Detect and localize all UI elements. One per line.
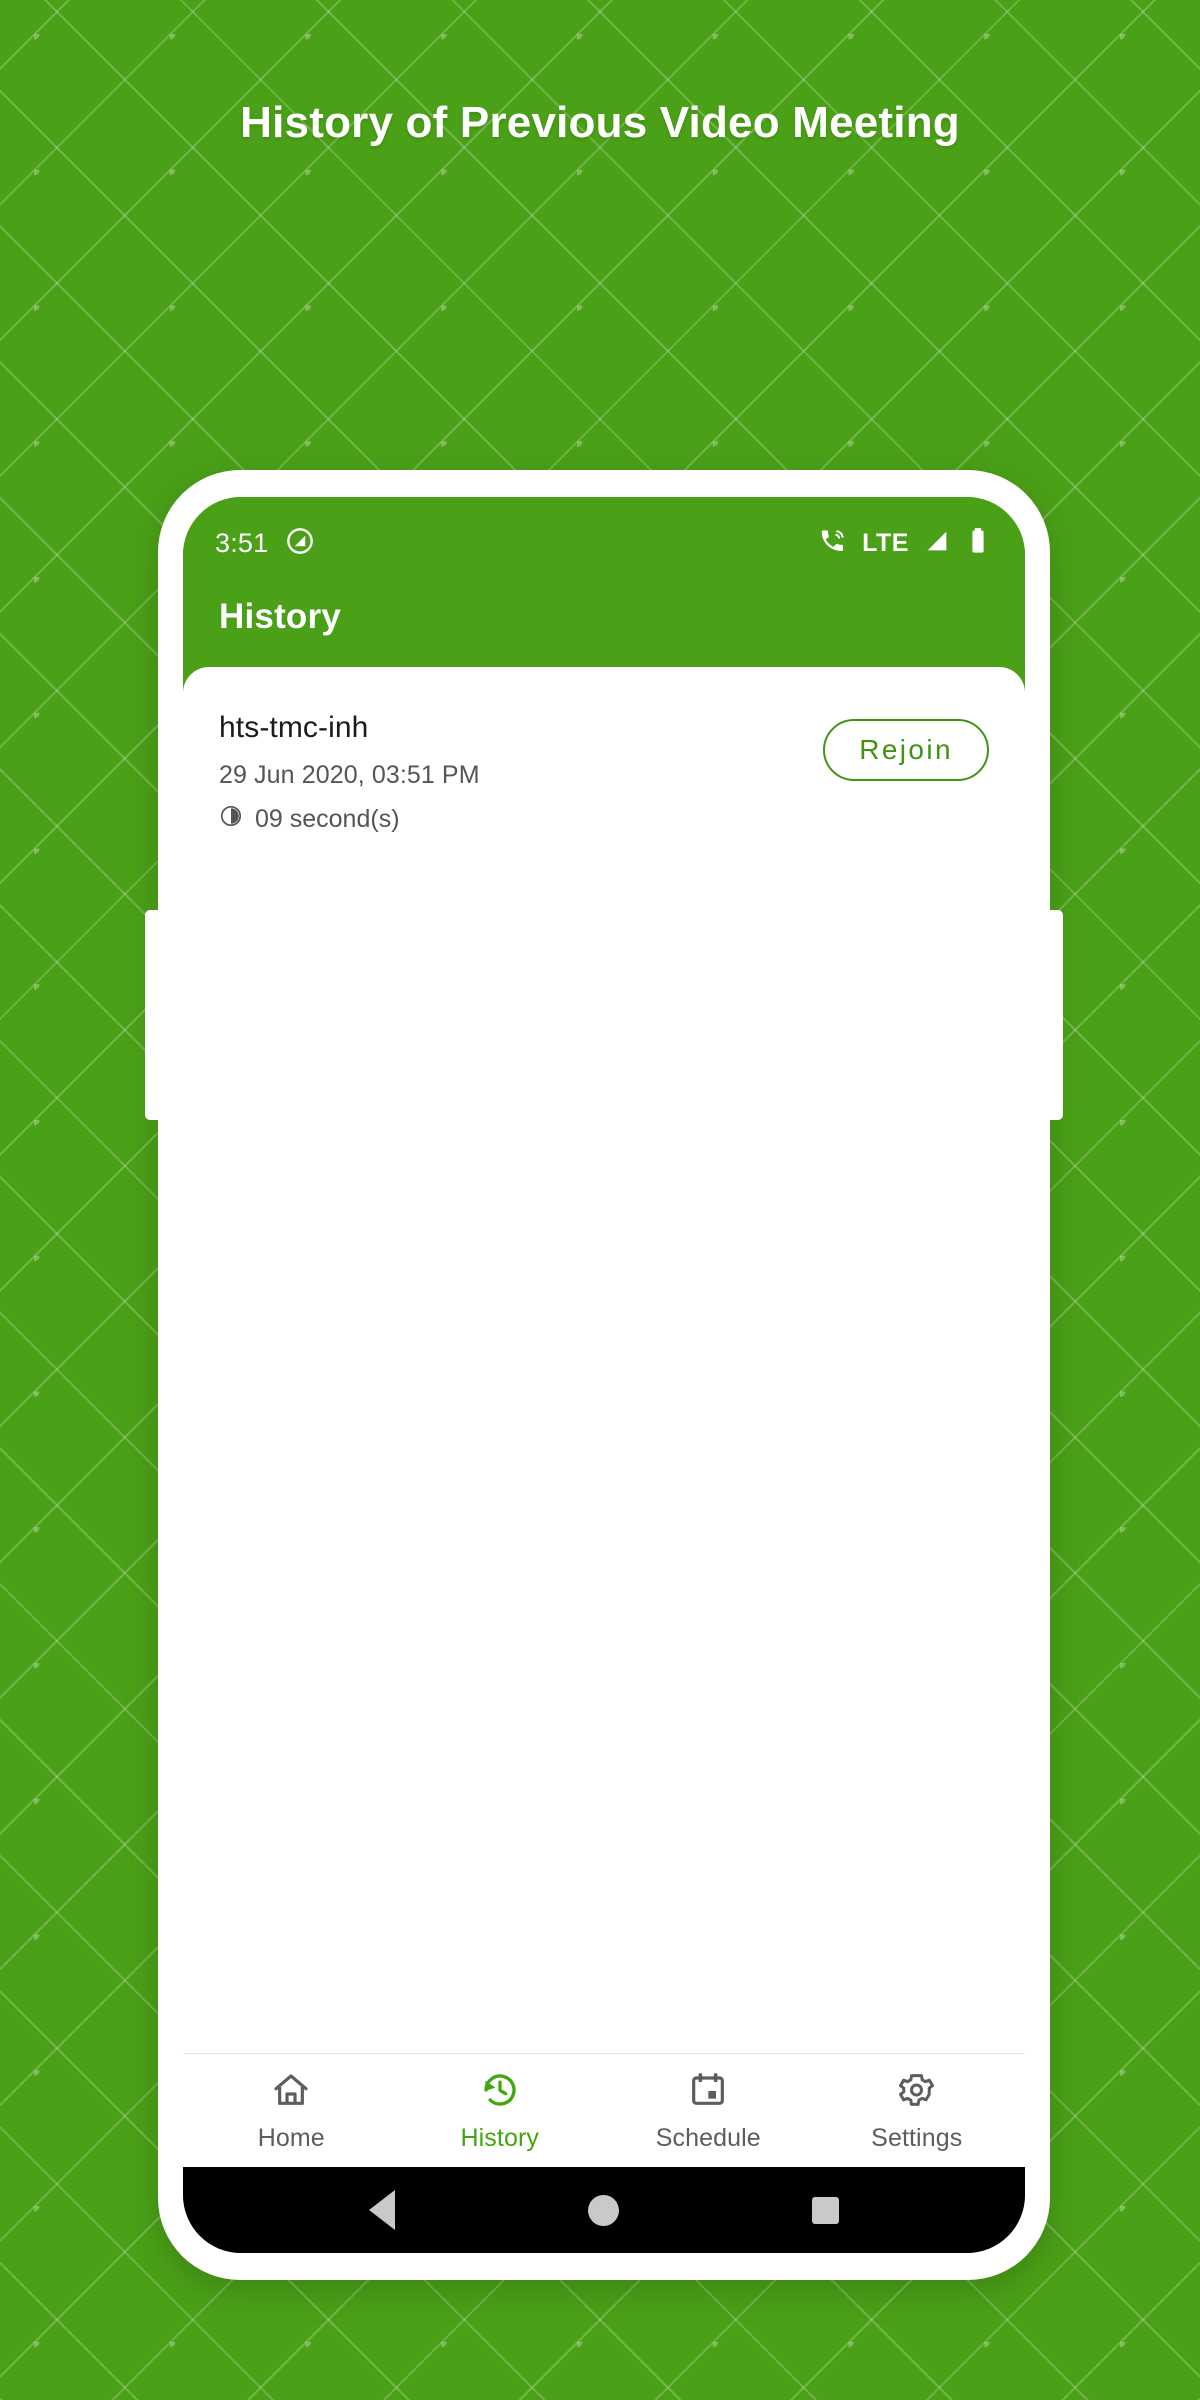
nav-item-history[interactable]: History xyxy=(396,2070,605,2153)
meeting-duration-label: 09 second(s) xyxy=(255,805,400,833)
android-system-nav xyxy=(183,2167,1025,2253)
status-bar-right-icons: LTE xyxy=(818,526,991,561)
content-sheet: hts-tmc-inh 29 Jun 2020, 03:51 PM 09 sec… xyxy=(183,667,1025,2167)
call-signal-icon xyxy=(818,526,848,561)
meeting-datetime: 29 Jun 2020, 03:51 PM xyxy=(219,761,480,789)
nav-item-schedule-label: Schedule xyxy=(655,2124,761,2152)
network-type-label: LTE xyxy=(862,528,909,557)
page-title: History of Previous Video Meeting xyxy=(240,98,960,147)
do-not-disturb-icon xyxy=(286,527,314,560)
nav-item-home[interactable]: Home xyxy=(187,2070,396,2153)
nav-item-schedule[interactable]: Schedule xyxy=(604,2070,813,2153)
phone-screen: 3:51 LTE History hts-tmc-inh 29 Jun 2020… xyxy=(183,497,1025,2253)
app-bar-title: History xyxy=(219,597,341,636)
meeting-name: hts-tmc-inh xyxy=(219,711,369,744)
back-button[interactable] xyxy=(369,2190,396,2230)
nav-item-home-label: Home xyxy=(257,2124,325,2152)
history-icon xyxy=(480,2070,520,2115)
status-bar: 3:51 LTE xyxy=(183,497,1025,571)
rejoin-button[interactable]: Rejoin xyxy=(823,719,989,781)
status-bar-clock: 3:51 xyxy=(215,527,269,558)
phone-mockup: 3:51 LTE History hts-tmc-inh 29 Jun 2020… xyxy=(145,470,1063,2280)
history-list: hts-tmc-inh 29 Jun 2020, 03:51 PM 09 sec… xyxy=(183,667,1025,2053)
home-icon xyxy=(271,2070,311,2115)
gear-icon xyxy=(897,2070,937,2115)
phone-power-button xyxy=(1046,910,1063,1120)
list-item[interactable]: hts-tmc-inh 29 Jun 2020, 03:51 PM 09 sec… xyxy=(183,667,1025,853)
timer-icon xyxy=(219,804,243,835)
nav-item-settings[interactable]: Settings xyxy=(813,2070,1022,2153)
nav-item-history-label: History xyxy=(460,2124,539,2152)
cellular-signal-icon xyxy=(923,527,951,560)
calendar-icon xyxy=(688,2070,728,2115)
status-bar-left-icons xyxy=(286,527,314,560)
meeting-duration: 09 second(s) xyxy=(219,804,823,835)
nav-item-settings-label: Settings xyxy=(871,2124,963,2152)
phone-volume-button xyxy=(145,910,162,1120)
battery-icon xyxy=(965,527,991,560)
history-item-info: hts-tmc-inh 29 Jun 2020, 03:51 PM 09 sec… xyxy=(219,711,823,835)
bottom-navigation: Home History Schedule Settings xyxy=(183,2053,1025,2167)
home-button[interactable] xyxy=(587,2194,619,2226)
app-bar: History xyxy=(183,571,1025,667)
recents-button[interactable] xyxy=(811,2196,839,2224)
